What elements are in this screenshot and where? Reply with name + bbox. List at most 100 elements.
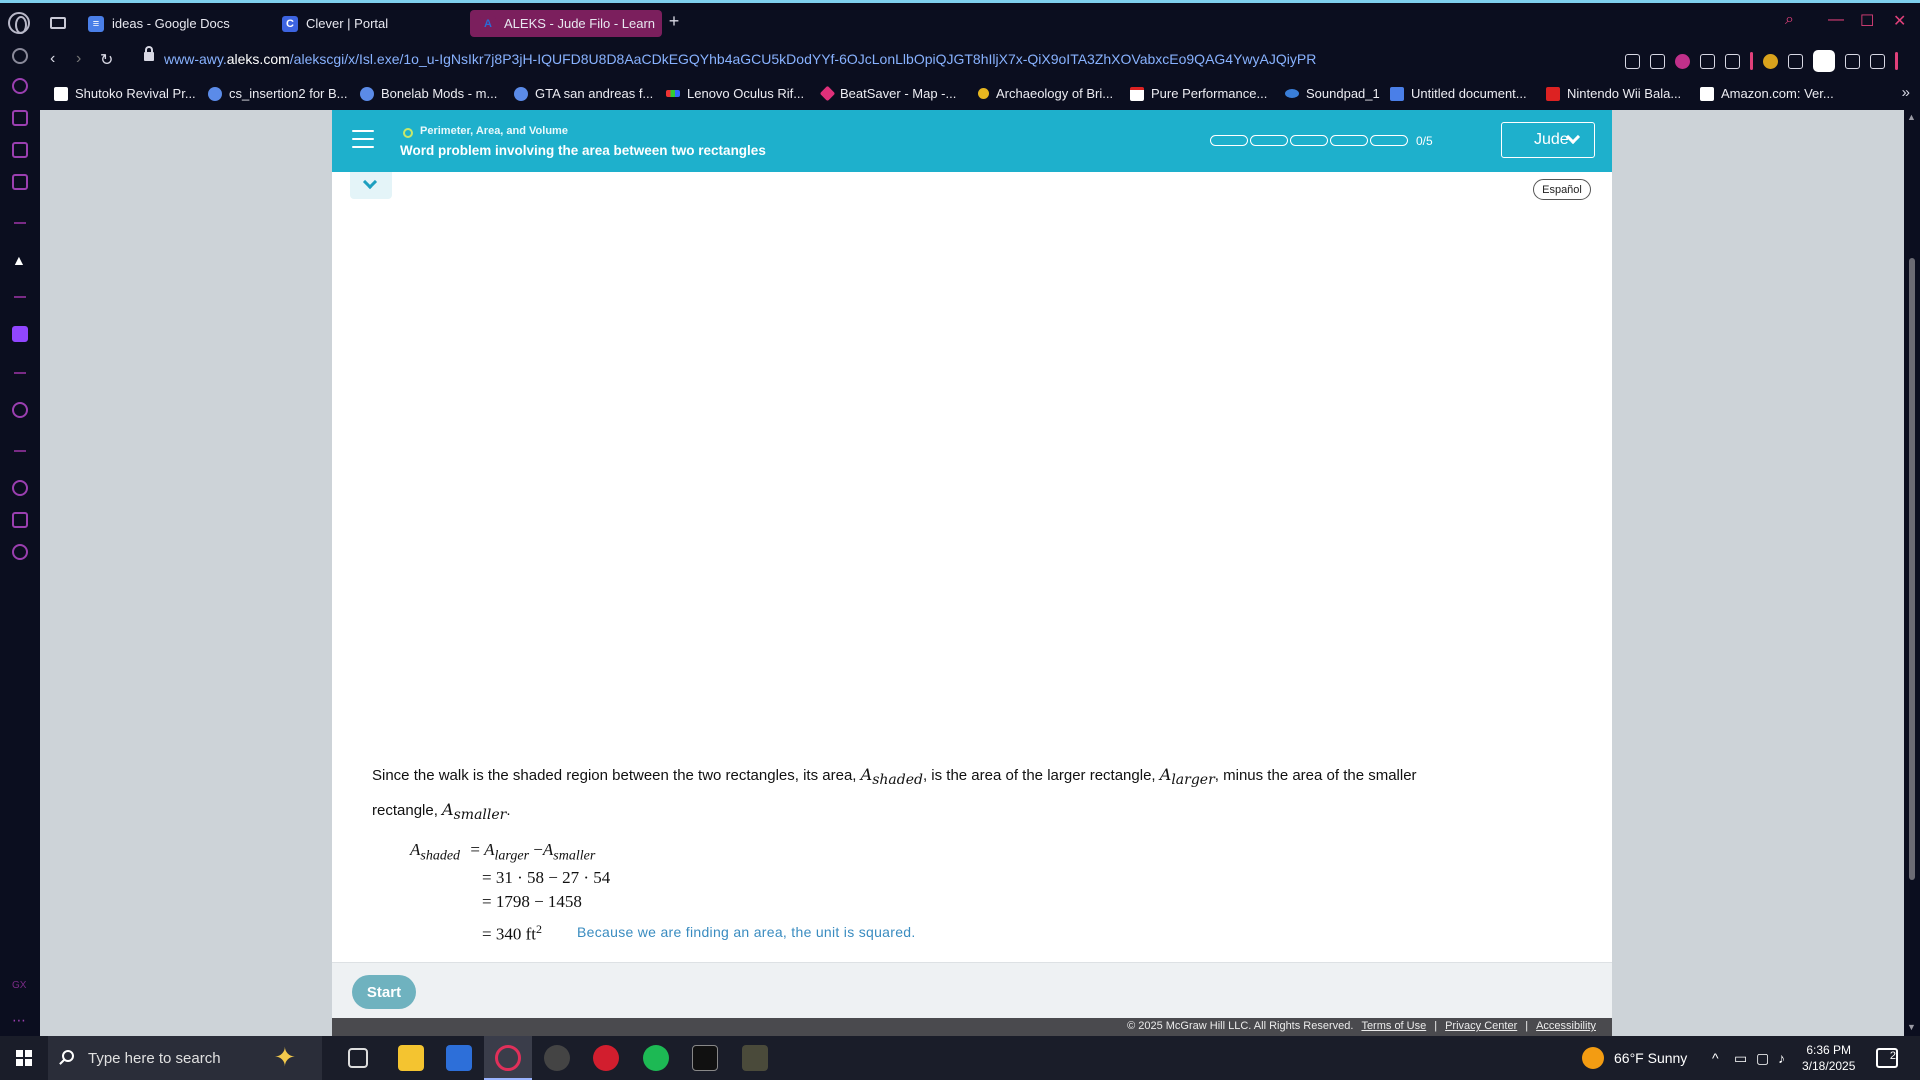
reload-icon[interactable]: ↻ [100,50,113,70]
vpn-shield-icon[interactable] [1675,53,1690,69]
opera-logo-icon[interactable] [8,12,30,34]
bookmark-label: Nintendo Wii Bala... [1567,86,1682,101]
bookmark-item[interactable]: GTA san andreas f... [514,86,653,101]
scroll-down-arrow-icon[interactable]: ▼ [1907,1022,1916,1032]
new-tab-plus-icon[interactable]: + [666,12,682,30]
sidebar-toggle-bar[interactable] [1895,52,1898,70]
opera-gx-icon[interactable] [495,1045,521,1071]
explanation-paragraph: Since the walk is the shaded region betw… [372,760,1572,830]
bookmark-item[interactable]: Nintendo Wii Bala... [1546,86,1681,101]
cube-icon[interactable] [1788,53,1803,69]
bookmark-item[interactable]: cs_insertion2 for B... [208,86,348,101]
badge-extension-icon[interactable] [1763,53,1778,69]
snapshot-edit-icon[interactable] [1625,53,1640,69]
windows-start-icon[interactable] [16,1050,32,1066]
file-explorer-icon[interactable] [398,1045,424,1071]
profile-extension-icon[interactable] [1813,50,1835,72]
tab-snap-icon[interactable] [50,17,66,29]
bookmark-label: Lenovo Oculus Rif... [687,86,805,101]
bookmark-label: cs_insertion2 for B... [229,86,348,101]
gear-icon [360,86,374,101]
taskbar-search-input[interactable]: Type here to search ✦ [48,1036,322,1080]
scrollbar-thumb[interactable] [1909,258,1915,880]
crypto-wallet-icon[interactable] [12,110,28,126]
tab-title: Clever | Portal [306,16,389,31]
spotify-icon[interactable] [643,1045,669,1071]
action-bar: Start [332,962,1612,1018]
search-tabs-icon[interactable]: ⌕ [1785,11,1794,29]
heart-icon[interactable] [1725,53,1740,69]
bookmark-item[interactable]: Soundpad_1 [1285,86,1380,101]
page-scrollbar[interactable]: ▲ ▼ [1904,110,1920,1036]
double-chevron-right-icon[interactable]: » [1902,84,1910,101]
privacy-link[interactable]: Privacy Center [1445,1020,1517,1032]
network-icon[interactable]: ▭ [1734,1050,1747,1067]
collapse-toggle[interactable] [350,172,392,199]
url-field[interactable]: www-awy.aleks.com/alekscgi/x/Isl.exe/1o_… [164,51,1316,67]
settings-gear-icon[interactable] [12,544,28,560]
bookmarks-bar: Shutoko Revival Pr... cs_insertion2 for … [40,78,1920,110]
math-var: A [442,800,454,820]
send-icon[interactable] [1700,53,1715,69]
tab-clever-portal[interactable]: C Clever | Portal [272,10,462,37]
task-view-icon[interactable] [348,1048,368,1068]
camera-icon[interactable] [1650,53,1665,69]
youtube-music-icon[interactable] [593,1045,619,1071]
steam-icon[interactable] [544,1045,570,1071]
bookmark-item[interactable]: Pure Performance... [1130,86,1267,101]
aleks-sidebar-icon[interactable]: ▲ [12,252,28,268]
bookmark-item[interactable]: Amazon.com: Ver... [1700,86,1834,101]
sync-icon[interactable] [12,48,28,64]
tray-chevron-icon[interactable]: ^ [1712,1050,1719,1066]
gx-icon[interactable]: GX [12,980,28,996]
lock-icon[interactable] [144,46,154,61]
bookmark-item[interactable]: Shutoko Revival Pr... [54,86,196,101]
hamburger-menu-icon[interactable] [352,130,374,148]
forward-arrow-icon[interactable]: › [76,50,81,68]
progress-segment [1330,135,1368,146]
store-icon[interactable] [446,1045,472,1071]
tab-google-docs[interactable]: ≡ ideas - Google Docs [78,10,268,37]
math-sub: larger [494,848,530,864]
more-dots-icon[interactable]: ⋯ [12,1012,28,1028]
accessibility-link[interactable]: Accessibility [1536,1020,1596,1032]
maximize-icon[interactable]: ☐ [1860,11,1874,31]
download-icon[interactable] [1845,53,1860,69]
game-app-icon[interactable] [742,1045,768,1071]
language-toggle-button[interactable]: Español [1533,179,1591,200]
minimize-icon[interactable]: — [1828,11,1844,29]
weather-icon[interactable] [1582,1047,1604,1069]
bookmark-item[interactable]: Archaeology of Bri... [978,86,1113,101]
notifications-icon[interactable]: 2 [1876,1048,1898,1068]
twitch-icon[interactable] [12,326,28,342]
bookmark-item[interactable]: Untitled document... [1390,86,1527,101]
bookmark-item[interactable]: Lenovo Oculus Rif... [666,86,804,101]
user-menu-button[interactable]: Jude [1501,122,1595,158]
url-prefix: www-awy. [164,51,227,67]
bookmark-label: BeatSaver - Map -... [840,86,957,101]
tab-aleks-learn[interactable]: A ALEKS - Jude Filo - Learn [470,10,662,37]
math-sub: shaded [872,772,923,789]
bookmark-item[interactable]: BeatSaver - Map -... [819,85,957,102]
bookmark-item[interactable]: Bonelab Mods - m... [360,86,497,101]
terms-link[interactable]: Terms of Use [1361,1020,1426,1032]
back-arrow-icon[interactable]: ‹ [50,50,55,68]
minus-sign: − [533,840,543,859]
clever-icon: C [282,15,298,32]
start-button[interactable]: Start [352,975,416,1009]
math-a-shaded: Ashaded [861,765,923,788]
close-icon[interactable]: ✕ [1893,11,1906,31]
messenger-icon[interactable] [12,174,28,190]
twitch-sidebar-icon[interactable] [12,142,28,158]
volume-icon[interactable]: ♪ [1778,1050,1785,1066]
extensions-cube-icon[interactable] [12,512,28,528]
player-icon[interactable] [12,402,28,418]
menu-list-icon[interactable] [1870,53,1885,69]
history-clock-icon[interactable] [12,480,28,496]
display-icon[interactable]: ▢ [1756,1050,1769,1067]
taskbar-clock[interactable]: 6:36 PM 3/18/2025 [1802,1042,1855,1074]
scroll-up-arrow-icon[interactable]: ▲ [1907,112,1916,122]
weather-text[interactable]: 66°F Sunny [1614,1050,1687,1066]
call-of-duty-icon[interactable] [692,1045,718,1071]
aria-icon[interactable] [12,78,28,94]
